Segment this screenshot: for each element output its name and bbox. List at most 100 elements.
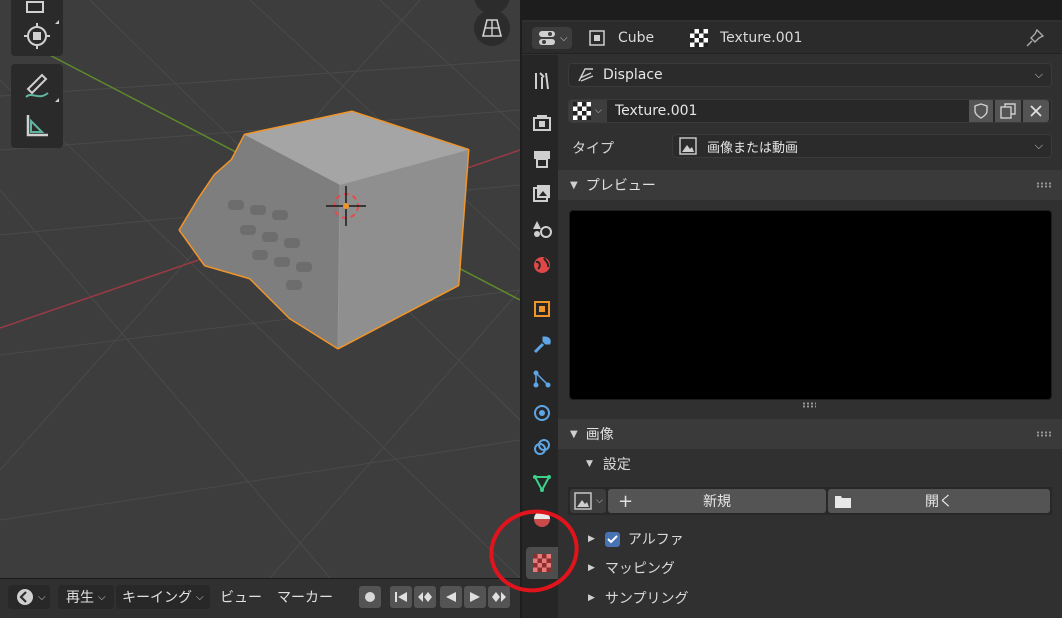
viewport-scene[interactable] <box>0 0 520 578</box>
jump-start-button[interactable] <box>390 586 412 608</box>
texture-name-field[interactable]: Texture.001 <box>615 103 697 119</box>
preview-resize-grip[interactable] <box>802 402 816 408</box>
object-name: Cube <box>618 30 655 46</box>
toolbar-top <box>11 0 63 56</box>
properties-editor-icon <box>539 31 555 45</box>
sampling-label: サンプリング <box>604 591 689 607</box>
triangle-right-icon: ▶ <box>588 534 595 544</box>
mapping-subpanel-header[interactable]: ▶ マッピング <box>588 555 675 581</box>
image-icon <box>679 137 697 155</box>
tab-particles[interactable] <box>526 363 558 395</box>
keying-menu[interactable]: キーイング ⌵ <box>116 585 210 609</box>
chevron-down-icon: ⌵ <box>1034 68 1043 81</box>
record-icon <box>365 592 375 602</box>
tab-physics[interactable] <box>526 397 558 429</box>
area-top-strip <box>522 0 1062 20</box>
fake-user-button[interactable] <box>969 100 993 122</box>
play-button[interactable] <box>464 586 486 608</box>
properties-editor: ⌵ Cube Texture.001 Displace ⌵ ⌵ Texture.… <box>522 0 1062 618</box>
tool-icon <box>535 72 549 90</box>
triangle-down-icon: ▼ <box>570 179 578 191</box>
chevron-down-icon: ⌵ <box>596 496 603 506</box>
alpha-label: アルファ <box>627 532 684 548</box>
unlink-button[interactable] <box>1023 100 1049 122</box>
next-keyframe-button[interactable] <box>488 586 510 608</box>
chevron-down-icon: ⌵ <box>1034 139 1043 152</box>
tab-data[interactable] <box>526 467 558 499</box>
texture-browse-button[interactable]: ⌵ <box>569 100 607 122</box>
preview-title: プレビュー <box>585 178 656 194</box>
sampling-subpanel-header[interactable]: ▶ サンプリング <box>588 585 689 611</box>
image-panel-header[interactable]: ▼ 画像 <box>558 419 1062 449</box>
breadcrumb-texture[interactable]: Texture.001 <box>690 27 802 49</box>
play-reverse-icon <box>446 592 456 602</box>
output-icon <box>534 151 550 168</box>
grid-perspective-icon <box>481 19 503 37</box>
close-icon <box>1030 105 1042 117</box>
type-dropdown[interactable]: 画像または動画 ⌵ <box>672 134 1052 158</box>
tab-scene[interactable] <box>526 213 558 245</box>
texture-name: Texture.001 <box>720 30 803 46</box>
type-value: 画像または動画 <box>707 140 799 156</box>
editor-type-dropdown[interactable]: ⌵ <box>8 585 50 609</box>
tab-render[interactable] <box>526 107 558 139</box>
triangle-right-icon: ▶ <box>588 593 595 603</box>
particles-icon <box>533 370 551 388</box>
preview-panel-header[interactable]: ▼ プレビュー <box>558 170 1062 200</box>
tab-tool[interactable] <box>526 65 558 97</box>
cursor-tool[interactable] <box>11 16 63 56</box>
drag-grip-icon[interactable] <box>1036 182 1052 188</box>
checker-texture-icon <box>690 29 708 47</box>
alpha-checkbox[interactable] <box>604 531 620 547</box>
view-label: ビュー <box>220 590 262 606</box>
annotate-tool[interactable] <box>11 66 63 106</box>
open-image-button[interactable]: 開く <box>828 489 1050 513</box>
type-label: タイプ <box>572 141 614 157</box>
duplicate-button[interactable] <box>995 100 1021 122</box>
shield-icon <box>974 103 988 119</box>
chevron-down-icon: ⌵ <box>595 106 602 116</box>
new-label: 新規 <box>703 494 731 510</box>
play-reverse-button[interactable] <box>440 586 462 608</box>
toolbar-bottom <box>11 64 63 148</box>
chevron-down-icon: ⌵ <box>98 591 106 603</box>
texture-user-dropdown[interactable]: Displace ⌵ <box>568 63 1052 87</box>
pin-button[interactable] <box>1026 27 1044 49</box>
annotate-icon <box>25 73 49 98</box>
measure-tool[interactable] <box>11 106 63 146</box>
cube-mesh <box>178 110 470 350</box>
image-browse-button[interactable]: ⌵ <box>570 489 606 513</box>
tab-object[interactable] <box>526 293 558 325</box>
chevron-down-icon: ⌵ <box>38 591 46 603</box>
new-image-button[interactable]: + 新規 <box>608 489 826 513</box>
chevron-down-icon: ⌵ <box>196 591 204 603</box>
triangle-down-icon: ▼ <box>586 459 593 469</box>
playback-menu[interactable]: 再生 ⌵ <box>58 585 114 609</box>
tab-modifier[interactable] <box>526 329 558 361</box>
prev-keyframe-button[interactable] <box>414 586 436 608</box>
triangle-down-icon: ▼ <box>570 428 578 440</box>
record-button[interactable] <box>359 586 381 608</box>
editor-type-dropdown[interactable]: ⌵ <box>532 27 572 49</box>
triangle-right-icon: ▶ <box>588 563 595 573</box>
properties-header: ⌵ Cube Texture.001 <box>522 22 1062 54</box>
drag-grip-icon[interactable] <box>1036 431 1052 437</box>
jump-start-icon <box>395 592 407 602</box>
view-menu[interactable]: ビュー <box>220 585 262 609</box>
3d-viewport[interactable] <box>0 0 520 578</box>
perspective-toggle[interactable] <box>474 10 510 46</box>
measure-icon <box>26 115 48 137</box>
tab-output[interactable] <box>526 143 558 175</box>
marker-menu[interactable]: マーカー <box>277 585 333 609</box>
constraints-icon <box>534 439 550 455</box>
tab-constraints[interactable] <box>526 431 558 463</box>
marker-label: マーカー <box>277 590 333 606</box>
settings-subpanel-header[interactable]: ▼ 設定 <box>586 451 631 477</box>
mapping-label: マッピング <box>604 561 675 577</box>
tab-view-layer[interactable] <box>526 177 558 209</box>
modifier-name: Displace <box>603 67 663 83</box>
alpha-subpanel-header[interactable]: ▶ アルファ <box>588 526 684 552</box>
tab-world[interactable] <box>526 249 558 281</box>
wrench-icon <box>533 336 551 354</box>
breadcrumb-object[interactable]: Cube <box>588 27 654 49</box>
